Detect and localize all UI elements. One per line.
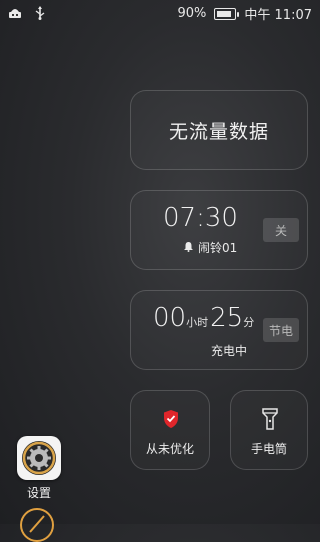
android-debug-icon bbox=[8, 5, 22, 24]
gear-icon bbox=[22, 441, 56, 475]
usb-icon bbox=[34, 5, 46, 24]
status-bar: 90% 中午 11:07 bbox=[0, 0, 320, 26]
optimize-label: 从未优化 bbox=[145, 442, 194, 456]
alarm-time: 07:30 bbox=[163, 203, 238, 233]
battery-icon bbox=[214, 7, 240, 20]
bell-icon bbox=[183, 241, 194, 255]
charge-hours-unit: 小时 bbox=[186, 316, 209, 329]
shield-icon bbox=[162, 409, 180, 433]
alarm-label: 闹铃01 bbox=[198, 241, 238, 255]
alarm-card[interactable]: 07:30 关 闹铃01 bbox=[130, 190, 308, 270]
power-save-toggle[interactable]: 节电 bbox=[263, 318, 299, 342]
flashlight-label: 手电筒 bbox=[250, 442, 287, 456]
charge-time: 00 小时 25 分 bbox=[153, 303, 254, 333]
battery-percent: 90% bbox=[177, 6, 207, 21]
settings-app-label: 设置 bbox=[26, 486, 51, 500]
flashlight-icon bbox=[262, 408, 278, 434]
settings-app-icon[interactable] bbox=[17, 436, 61, 480]
charge-minutes: 25 bbox=[210, 303, 244, 333]
partial-app-icon[interactable] bbox=[20, 508, 54, 542]
data-usage-card[interactable]: 无流量数据 bbox=[130, 90, 308, 170]
charging-card[interactable]: 00 小时 25 分 节电 充电中 bbox=[130, 290, 308, 370]
charge-minutes-unit: 分 bbox=[243, 316, 255, 329]
data-usage-label: 无流量数据 bbox=[168, 120, 269, 143]
flashlight-card[interactable]: 手电筒 bbox=[230, 390, 308, 470]
clock: 中午 11:07 bbox=[244, 8, 312, 23]
optimize-card[interactable]: 从未优化 bbox=[130, 390, 210, 470]
charging-label: 充电中 bbox=[211, 344, 248, 358]
alarm-toggle[interactable]: 关 bbox=[263, 218, 299, 242]
charge-hours: 00 bbox=[153, 303, 187, 333]
